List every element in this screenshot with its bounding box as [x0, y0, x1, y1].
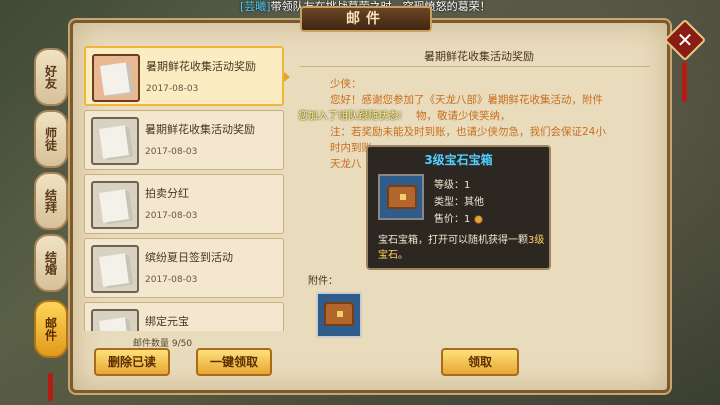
tab-label: 邮件	[43, 317, 58, 341]
tab-label: 结拜	[43, 189, 58, 213]
divider	[300, 66, 650, 67]
treasure-chest-icon	[324, 302, 354, 326]
tab-marriage[interactable]: 结婚	[34, 234, 68, 292]
mail-date: 2017-08-03	[145, 211, 198, 221]
team-status-notice: 您加入了组队跟随状态!	[298, 111, 403, 122]
tooltip-level: 等级：1	[434, 180, 471, 191]
tooltip-title: 3级宝石宝箱	[424, 153, 493, 167]
body-line: 您好！感谢您参加了《天龙八部》暑期鲜花收集活动，附件	[330, 94, 603, 106]
mail-date: 2017-08-03	[146, 84, 199, 94]
tooltip-item-icon	[378, 174, 424, 220]
notice-player-tag[interactable]: [芸曦]	[240, 0, 271, 13]
tooltip-price: 售价：1	[434, 210, 483, 225]
mail-date: 2017-08-03	[145, 275, 198, 285]
tassel-decoration	[48, 373, 53, 401]
mail-date: 2017-08-03	[145, 147, 198, 157]
tooltip-desc-end: 。	[398, 250, 408, 261]
mail-item[interactable]: 暑期鲜花收集活动奖励 2017-08-03	[84, 110, 284, 170]
claim-all-button[interactable]: 一键领取	[196, 348, 272, 376]
tab-label: 好友	[43, 65, 58, 89]
mail-item[interactable]: 拍卖分红 2017-08-03	[84, 174, 284, 234]
mail-subject: 暑期鲜花收集活动奖励	[145, 123, 255, 136]
window-title: 邮件	[300, 6, 432, 32]
coin-icon	[473, 214, 483, 224]
tooltip-desc-text: 宝石宝箱，打开可以随机获得一颗	[378, 235, 528, 246]
tab-label: 师徒	[43, 127, 58, 151]
tooltip-type: 类型：其他	[434, 197, 484, 208]
mail-detail-title: 暑期鲜花收集活动奖励	[424, 50, 534, 63]
treasure-chest-icon	[387, 185, 417, 209]
tassel-decoration	[682, 62, 687, 102]
mail-icon	[92, 54, 140, 102]
mail-icon	[91, 309, 139, 331]
attachment-item[interactable]	[316, 292, 362, 338]
tab-label: 结婚	[43, 251, 58, 275]
tab-sworn[interactable]: 结拜	[34, 172, 68, 230]
tooltip-description: 宝石宝箱，打开可以随机获得一颗3级宝石。	[378, 233, 548, 263]
mail-subject: 拍卖分红	[145, 187, 189, 200]
mail-list[interactable]: 暑期鲜花收集活动奖励 2017-08-03 暑期鲜花收集活动奖励 2017-08…	[84, 46, 284, 331]
close-icon: ✕	[676, 28, 694, 52]
mail-item[interactable]: 绑定元宝	[84, 302, 284, 331]
mail-icon	[91, 181, 139, 229]
item-tooltip: 3级宝石宝箱 等级：1 类型：其他 售价：1 宝石宝箱，打开可以随机获得一颗3级…	[366, 145, 551, 270]
mail-subject: 缤纷夏日签到活动	[145, 251, 233, 264]
tab-friends[interactable]: 好友	[34, 48, 68, 106]
body-line: 注：若奖励未能及时到账，也请少侠勿急，我们会保证24小	[330, 126, 606, 138]
mail-icon	[91, 245, 139, 293]
tab-mail[interactable]: 邮件	[34, 300, 68, 358]
mail-item[interactable]: 缤纷夏日签到活动 2017-08-03	[84, 238, 284, 298]
mail-item-selected[interactable]: 暑期鲜花收集活动奖励 2017-08-03	[84, 46, 284, 106]
mail-subject: 绑定元宝	[145, 315, 189, 328]
delete-read-button[interactable]: 删除已读	[94, 348, 170, 376]
greeting: 少侠：	[330, 78, 362, 90]
claim-button[interactable]: 领取	[441, 348, 519, 376]
mail-subject: 暑期鲜花收集活动奖励	[146, 60, 256, 73]
mail-icon	[91, 117, 139, 165]
selection-arrow-icon	[284, 72, 290, 82]
tab-mentor[interactable]: 师徒	[34, 110, 68, 168]
attachment-label: 附件：	[308, 276, 338, 287]
tooltip-price-text: 售价：1	[434, 214, 471, 225]
